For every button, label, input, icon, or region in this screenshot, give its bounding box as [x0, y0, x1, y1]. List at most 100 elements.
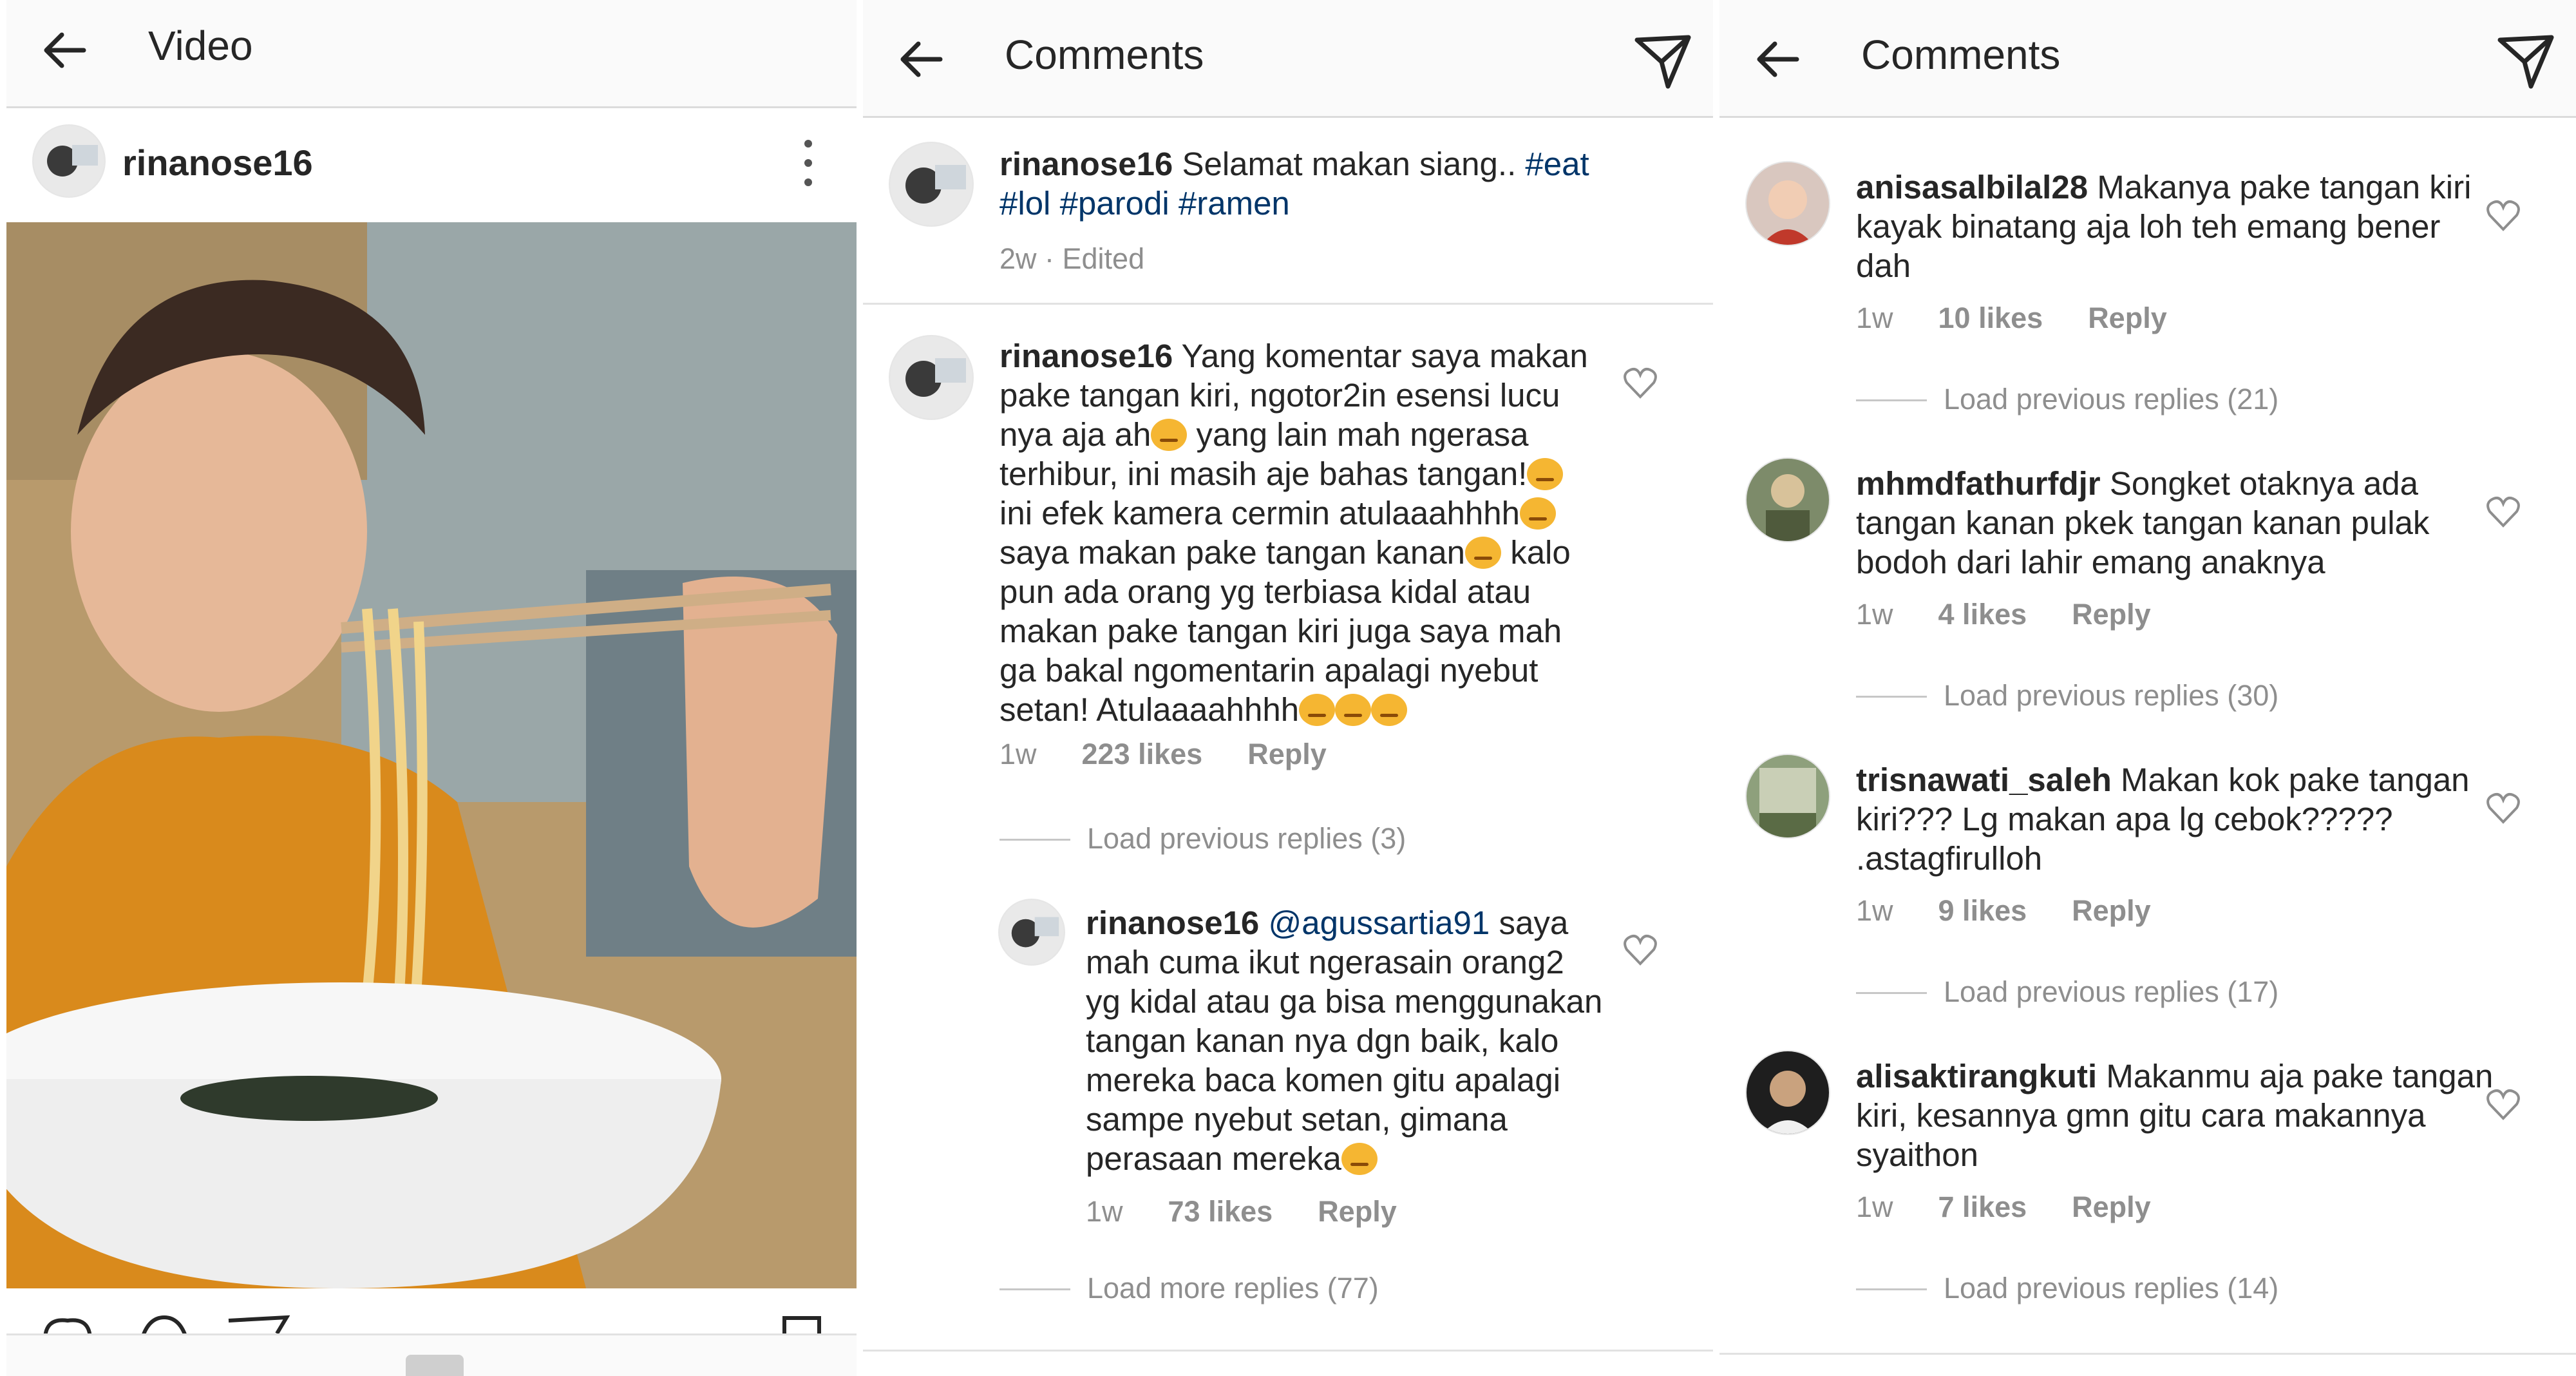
comments-panel-1: Comments rinanose16 Selamat makan siang.… [863, 0, 1713, 1376]
comment-likes[interactable]: 10 likes [1938, 301, 2043, 334]
comment-meta: 1w 7 likes Reply [1856, 1190, 2196, 1224]
persevering-emoji-icon [1519, 497, 1556, 530]
comment-line: Yang komentar saya makan [1181, 338, 1588, 374]
expressionless-emoji-icon [1341, 1143, 1378, 1175]
comment-likes[interactable]: 4 likes [1938, 598, 2027, 631]
heart-outline-icon[interactable] [1623, 934, 1658, 966]
avatar[interactable] [889, 335, 974, 420]
comment-time: 1w [999, 738, 1037, 770]
comment-thread: mhmdfathurfdjr Songket otaknya ada tanga… [1719, 457, 2576, 728]
share-icon[interactable] [225, 1314, 290, 1333]
comment-time: 1w [1856, 598, 1893, 631]
reply-line: tangan kanan nya dgn baik, kalo [1086, 1022, 1559, 1059]
reply-line: mereka baca komen gitu apalagi [1086, 1062, 1561, 1098]
comment-time: 1w [1856, 894, 1893, 927]
persevering-emoji-icon [1371, 694, 1408, 726]
avatar[interactable] [998, 899, 1065, 966]
persevering-emoji-icon [1335, 694, 1372, 726]
more-options-icon[interactable] [799, 137, 818, 189]
divider-line [1856, 399, 1927, 401]
reply-button[interactable]: Reply [1318, 1195, 1397, 1228]
expressionless-emoji-icon [1151, 419, 1188, 451]
back-arrow-icon[interactable] [895, 33, 947, 85]
post-header: rinanose16 [6, 106, 857, 222]
comment-username[interactable]: mhmdfathurfdjr [1856, 465, 2101, 502]
reply-button[interactable]: Reply [2072, 598, 2151, 631]
back-arrow-icon[interactable] [1752, 33, 1803, 85]
comment-line: kalo [1510, 534, 1571, 571]
divider-line [1856, 1288, 1927, 1290]
avatar[interactable] [1745, 1050, 1830, 1135]
reply-button[interactable]: Reply [2072, 1190, 2151, 1223]
load-previous-replies[interactable]: Load previous replies (30) [1944, 679, 2278, 712]
reply-button[interactable]: Reply [2072, 894, 2151, 927]
back-arrow-icon[interactable] [39, 24, 90, 76]
reply-button[interactable]: Reply [1247, 738, 1327, 770]
reply-username[interactable]: rinanose16 [1086, 904, 1259, 941]
reply-likes[interactable]: 73 likes [1168, 1195, 1273, 1228]
nav-add-icon[interactable] [406, 1355, 464, 1376]
comment-meta: 1w 9 likes Reply [1856, 894, 2196, 928]
comment-meta: 1w 4 likes Reply [1856, 598, 2196, 631]
reply-button[interactable]: Reply [2088, 301, 2167, 334]
avatar[interactable] [889, 142, 974, 227]
heart-outline-icon[interactable] [2486, 792, 2521, 825]
video-app-bar: Video [6, 0, 857, 108]
hashtag-link[interactable]: #ramen [1179, 185, 1290, 222]
comment-line: pake tangan kiri, ngotor2in esensi lucu [999, 377, 1560, 414]
heart-outline-icon[interactable] [2486, 200, 2521, 232]
bottom-nav [6, 1333, 857, 1376]
comment-username[interactable]: alisaktirangkuti [1856, 1058, 2097, 1094]
comment-text: alisaktirangkuti Makanmu aja pake tangan… [1856, 1056, 2500, 1174]
comment-line: terhibur, ini masih aje bahas tangan! [999, 455, 1528, 492]
caption-meta: 2w · Edited [999, 242, 1145, 275]
caption-username[interactable]: rinanose16 [999, 146, 1173, 182]
load-previous-replies[interactable]: Load previous replies (21) [1944, 383, 2278, 416]
page-title: Video [148, 23, 253, 69]
avatar[interactable] [32, 124, 106, 198]
avatar[interactable] [1745, 754, 1830, 839]
caption-body: Selamat makan siang.. [1182, 146, 1517, 182]
comment-time: 1w [1856, 1190, 1893, 1223]
caption-text: rinanose16 Selamat makan siang.. #eat #l… [999, 144, 1682, 223]
divider-line [999, 1288, 1070, 1290]
next-comment-peek [863, 1350, 1713, 1376]
paper-plane-icon[interactable] [1632, 31, 1694, 93]
divider-line [1856, 992, 1927, 994]
mention-link[interactable]: @agussartia91 [1268, 904, 1490, 941]
avatar[interactable] [1745, 457, 1830, 542]
load-more-replies[interactable]: Load more replies (77) [1087, 1272, 1379, 1305]
hashtag-link[interactable]: #eat [1525, 146, 1589, 182]
comment-likes[interactable]: 223 likes [1082, 738, 1203, 770]
heart-outline-icon[interactable] [2486, 1089, 2521, 1121]
comment-username[interactable]: anisasalbilal28 [1856, 169, 2088, 205]
comment-username[interactable]: trisnawati_saleh [1856, 761, 2112, 798]
comment-line: yang lain mah ngerasa [1196, 416, 1529, 453]
reply-text: rinanose16 @agussartia91 saya mah cuma i… [1086, 903, 1653, 1178]
heart-outline-icon[interactable] [1623, 367, 1658, 399]
reply-line: sampe nyebut setan, gimana [1086, 1101, 1508, 1138]
comment-time: 1w [1856, 301, 1893, 334]
avatar[interactable] [1745, 161, 1830, 246]
heart-outline-icon[interactable] [2486, 496, 2521, 528]
comment-likes[interactable]: 7 likes [1938, 1190, 2027, 1223]
comment-line: setan! Atulaaaahhhh [999, 691, 1300, 728]
panel-divider [1713, 0, 1719, 1376]
post-username[interactable]: rinanose16 [122, 142, 313, 184]
reply-line: mah cuma ikut ngerasain orang2 [1086, 944, 1564, 980]
hashtag-link[interactable]: #parodi [1060, 185, 1170, 222]
comment-text: mhmdfathurfdjr Songket otaknya ada tanga… [1856, 464, 2500, 582]
hashtag-link[interactable]: #lol [999, 185, 1050, 222]
load-previous-replies[interactable]: Load previous replies (17) [1944, 975, 2278, 1009]
video-player[interactable] [6, 222, 857, 1288]
reply-time: 1w [1086, 1195, 1123, 1228]
comment-thread: rinanose16 Yang komentar saya makan pake… [863, 303, 1713, 1304]
comment-username[interactable]: rinanose16 [999, 338, 1173, 374]
comment-likes[interactable]: 9 likes [1938, 894, 2027, 927]
comments-panel-2: Comments anisasalbilal28 Makanya pake ta… [1719, 0, 2576, 1376]
page-title: Comments [1861, 32, 2061, 78]
reply-line: saya [1499, 904, 1569, 941]
paper-plane-icon[interactable] [2495, 31, 2557, 93]
load-previous-replies[interactable]: Load previous replies (3) [1087, 822, 1406, 855]
load-previous-replies[interactable]: Load previous replies (14) [1944, 1272, 2278, 1305]
